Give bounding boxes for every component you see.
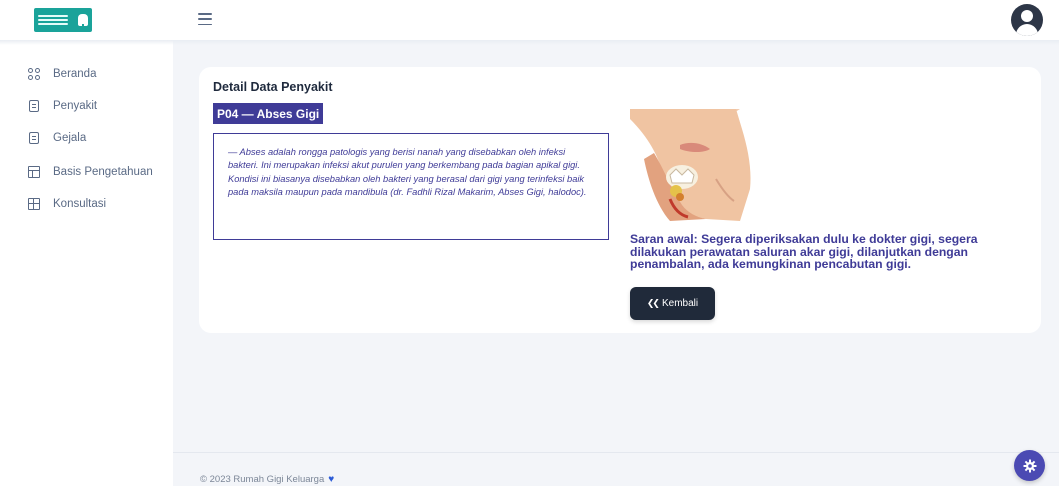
footer-divider bbox=[173, 452, 1059, 453]
hamburger-icon[interactable] bbox=[198, 13, 212, 25]
header-shadow bbox=[0, 40, 1059, 45]
initial-advice: Saran awal: Segera diperiksakan dulu ke … bbox=[630, 232, 978, 271]
table-icon bbox=[28, 166, 40, 178]
sidebar-item-basis-pengetahuan[interactable]: Basis Pengetahuan bbox=[28, 162, 153, 182]
sidebar-item-konsultasi[interactable]: Konsultasi bbox=[28, 194, 106, 214]
sidebar-item-label: Gejala bbox=[53, 132, 87, 144]
detail-card: Detail Data Penyakit P04 — Abses Gigi — … bbox=[199, 67, 1041, 333]
grid-icon bbox=[28, 68, 40, 80]
disease-description: — Abses adalah rongga patologis yang ber… bbox=[228, 147, 587, 197]
settings-fab[interactable] bbox=[1014, 450, 1045, 481]
sidebar-item-label: Penyakit bbox=[53, 100, 98, 112]
sidebar-item-label: Konsultasi bbox=[53, 198, 107, 210]
grid-plus-icon bbox=[28, 198, 40, 210]
footer: © 2023 Rumah Gigi Keluarga ♥ bbox=[200, 474, 334, 485]
heart-icon: ♥ bbox=[328, 474, 335, 485]
logo-wordmark bbox=[38, 15, 68, 25]
sidebar: Beranda Penyakit Gejala Basis Pengetahua… bbox=[0, 40, 173, 486]
user-avatar-icon[interactable] bbox=[1011, 4, 1043, 36]
disease-code-badge: P04 — Abses Gigi bbox=[213, 103, 324, 124]
sidebar-item-beranda[interactable]: Beranda bbox=[28, 64, 96, 84]
sidebar-item-penyakit[interactable]: Penyakit bbox=[28, 96, 97, 116]
description-box: — Abses adalah rongga patologis yang ber… bbox=[213, 133, 609, 240]
sidebar-item-gejala[interactable]: Gejala bbox=[28, 128, 86, 148]
document-icon bbox=[29, 132, 39, 144]
copyright-text: © 2023 Rumah Gigi Keluarga bbox=[200, 474, 325, 485]
back-button[interactable]: ❮❮ Kembali bbox=[630, 287, 715, 320]
sidebar-item-label: Beranda bbox=[53, 68, 97, 80]
tooth-icon bbox=[78, 14, 88, 28]
double-chevron-left-icon: ❮❮ bbox=[646, 298, 660, 308]
app-logo[interactable] bbox=[34, 8, 92, 32]
top-header bbox=[0, 0, 1059, 40]
document-icon bbox=[29, 100, 39, 112]
sidebar-item-label: Basis Pengetahuan bbox=[53, 166, 153, 178]
gear-icon bbox=[1023, 459, 1036, 472]
page-title: Detail Data Penyakit bbox=[213, 80, 333, 94]
tooth-abscess-illustration bbox=[630, 109, 762, 221]
back-button-label: Kembali bbox=[661, 298, 699, 309]
